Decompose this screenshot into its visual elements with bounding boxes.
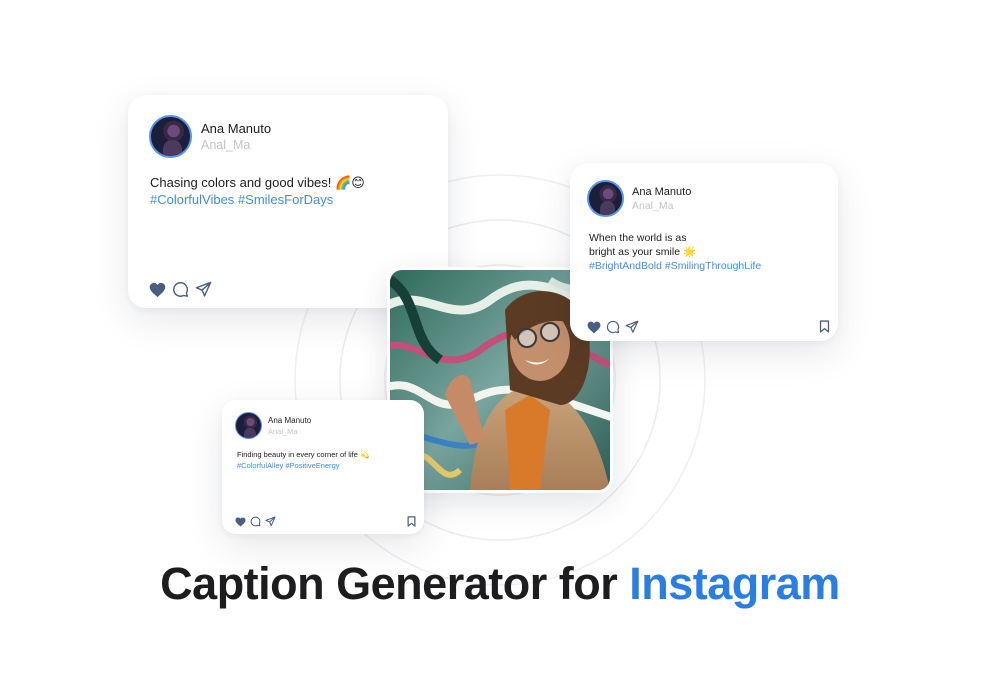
post-username[interactable]: Ana Manuto [268,416,311,425]
bookmark-icon[interactable] [819,320,830,333]
post-caption: Chasing colors and good vibes! 🌈😊 #Color… [150,174,365,208]
post-actions [149,281,212,298]
post-username[interactable]: Ana Manuto [201,121,271,136]
post-actions [235,516,276,527]
post-caption: Finding beauty in every corner of life 💫… [237,450,417,471]
post-handle: Anal_Ma [201,138,251,152]
headline: Caption Generator for Instagram [0,558,1000,610]
caption-hashtags[interactable]: #ColorfulVibes #SmilesForDays [150,191,365,208]
post-card: Ana Manuto Anal_Ma Finding beauty in eve… [222,400,424,534]
comment-icon[interactable] [250,516,261,527]
caption-hashtags[interactable]: #ColorfulAlley #PositiveEnergy [237,461,417,472]
post-header: Ana Manuto Anal_Ma [235,412,311,439]
caption-hashtags[interactable]: #BrightAndBold #SmilingThroughLife [589,259,819,273]
headline-accent: Instagram [629,558,840,609]
bookmark-icon[interactable] [407,516,416,527]
caption-text-line-1: When the world is as [589,232,687,244]
heart-icon[interactable] [235,516,246,527]
avatar[interactable] [149,115,192,158]
caption-text: Chasing colors and good vibes! 🌈😊 [150,175,365,190]
caption-text-line-2: bright as your smile 🌟 [589,246,697,258]
share-icon[interactable] [265,516,276,527]
heart-icon[interactable] [587,321,601,334]
post-username[interactable]: Ana Manuto [632,186,691,198]
caption-text: Finding beauty in every corner of life 💫 [237,450,370,459]
post-card: Ana Manuto Anal_Ma When the world is as … [570,163,838,341]
post-actions [587,320,639,334]
post-handle: Anal_Ma [268,426,298,436]
headline-main: Caption Generator for [160,558,618,609]
share-icon[interactable] [195,281,212,298]
post-caption: When the world is as bright as your smil… [589,231,819,273]
avatar[interactable] [587,180,624,217]
comment-icon[interactable] [172,281,189,298]
share-icon[interactable] [625,320,639,334]
post-handle: Anal_Ma [632,199,674,212]
avatar[interactable] [235,412,262,439]
post-header: Ana Manuto Anal_Ma [587,180,691,217]
heart-icon[interactable] [149,282,166,298]
comment-icon[interactable] [606,320,620,334]
post-header: Ana Manuto Anal_Ma [149,115,271,158]
